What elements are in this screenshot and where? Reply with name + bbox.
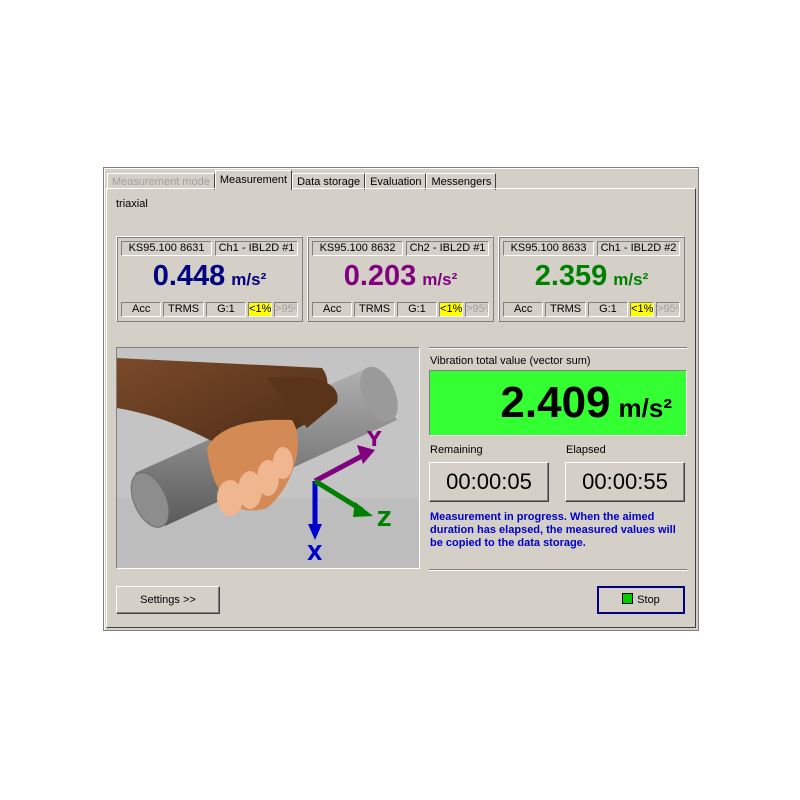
channel-value-unit: m/s²: [231, 270, 267, 289]
separator: [429, 347, 687, 349]
underrange-indicator: <1%: [630, 302, 655, 317]
stop-indicator-icon: [622, 593, 634, 604]
mode-trms: TRMS: [163, 302, 204, 317]
total-value-label: Vibration total value (vector sum): [430, 355, 591, 367]
channel-value: 0.203 m/s²: [308, 257, 493, 295]
total-value-unit: m/s²: [618, 393, 672, 423]
underrange-indicator: <1%: [248, 302, 273, 317]
hand-grip-axes-illustration: Y Z X: [116, 347, 420, 569]
channel-value-number: 2.359: [534, 260, 608, 292]
remaining-label: Remaining: [430, 444, 483, 456]
channel-panel-3: KS95.100 8633 Ch1 - IBL2D #2 2.359 m/s² A…: [498, 236, 685, 322]
channel-value-number: 0.203: [343, 260, 417, 292]
sensor-id: KS95.100 8631: [121, 241, 213, 256]
channel-value: 0.448 m/s²: [117, 257, 302, 295]
channel-id: Ch1 - IBL2D #1: [215, 241, 298, 256]
sensor-id: KS95.100 8633: [503, 241, 595, 256]
tab-measurement[interactable]: Measurement: [214, 170, 293, 190]
underrange-indicator: <1%: [439, 302, 464, 317]
mode-acc: Acc: [503, 302, 544, 317]
gain: G:1: [587, 302, 629, 317]
y-axis-label: Y: [366, 427, 382, 451]
overrange-indicator: >95%: [465, 302, 489, 317]
stop-button-label: Stop: [637, 594, 660, 606]
channel-id: Ch2 - IBL2D #1: [406, 241, 489, 256]
mode-acc: Acc: [312, 302, 353, 317]
mode-acc: Acc: [121, 302, 162, 317]
overrange-indicator: >95%: [274, 302, 298, 317]
z-axis-label: Z: [377, 507, 392, 531]
stop-button[interactable]: Stop: [597, 586, 685, 614]
separator: [429, 569, 687, 571]
elapsed-time: 00:00:55: [565, 462, 685, 502]
channel-value-unit: m/s²: [422, 270, 458, 289]
overrange-indicator: >95%: [656, 302, 680, 317]
elapsed-label: Elapsed: [566, 444, 606, 456]
x-axis-label: X: [307, 541, 323, 565]
mode-trms: TRMS: [545, 302, 586, 317]
channel-value-unit: m/s²: [613, 270, 649, 289]
total-value-display: 2.409 m/s²: [429, 370, 687, 436]
channel-value-number: 0.448: [152, 260, 226, 292]
channel-value: 2.359 m/s²: [499, 257, 684, 295]
channel-panel-2: KS95.100 8632 Ch2 - IBL2D #1 0.203 m/s² A…: [307, 236, 494, 322]
status-message: Measurement in progress. When the aimed …: [430, 511, 676, 549]
remaining-time: 00:00:05: [429, 462, 549, 502]
gain: G:1: [205, 302, 247, 317]
mode-label: triaxial: [116, 198, 148, 210]
measurement-window: Measurement mode Measurement Data storag…: [103, 167, 699, 631]
tab-bar: Measurement mode Measurement Data storag…: [107, 170, 497, 190]
total-value-number: 2.409: [500, 378, 611, 427]
mode-trms: TRMS: [354, 302, 395, 317]
channel-id: Ch1 - IBL2D #2: [597, 241, 680, 256]
channel-panel-1: KS95.100 8631 Ch1 - IBL2D #1 0.448 m/s² A…: [116, 236, 303, 322]
gain: G:1: [396, 302, 438, 317]
sensor-id: KS95.100 8632: [312, 241, 404, 256]
hand-on-handle-image: Y Z X: [117, 348, 419, 568]
settings-button[interactable]: Settings >>: [116, 586, 220, 614]
